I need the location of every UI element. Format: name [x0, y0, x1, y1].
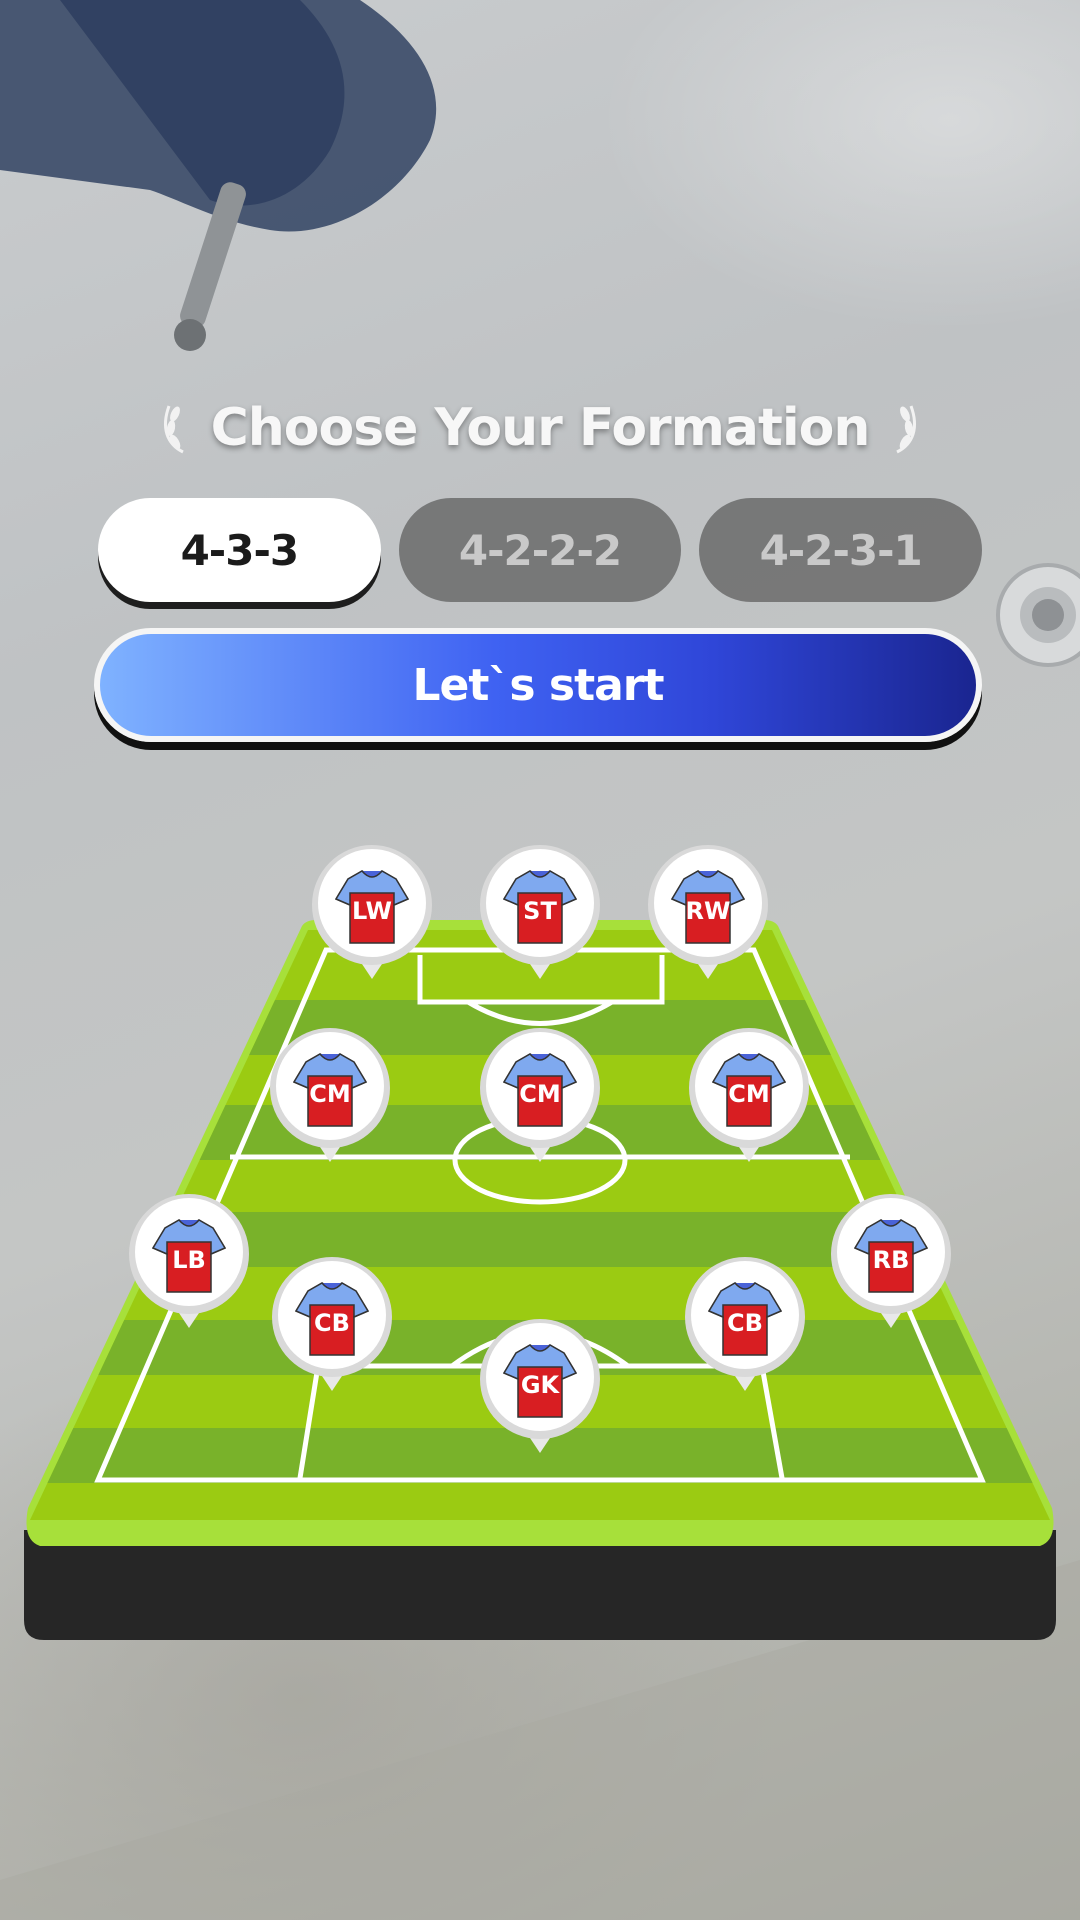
- player-position-label: CM: [728, 1080, 770, 1108]
- player-position-label: LB: [172, 1246, 206, 1274]
- player-position-label: CB: [727, 1309, 763, 1337]
- player-position-label: RW: [685, 897, 731, 925]
- player-marker-rw[interactable]: RW: [646, 843, 770, 993]
- player-marker-st[interactable]: ST: [478, 843, 602, 993]
- player-marker-cb[interactable]: CB: [270, 1255, 394, 1405]
- player-marker-cb[interactable]: CB: [683, 1255, 807, 1405]
- player-position-label: LW: [352, 897, 392, 925]
- player-marker-cm[interactable]: CM: [687, 1026, 811, 1176]
- player-marker-cm[interactable]: CM: [478, 1026, 602, 1176]
- player-marker-rb[interactable]: RB: [829, 1192, 953, 1342]
- player-marker-lb[interactable]: LB: [127, 1192, 251, 1342]
- player-position-label: CB: [314, 1309, 350, 1337]
- player-marker-gk[interactable]: GK: [478, 1317, 602, 1467]
- player-position-label: RB: [872, 1246, 910, 1274]
- player-position-label: GK: [520, 1371, 560, 1399]
- player-marker-lw[interactable]: LW: [310, 843, 434, 993]
- player-position-label: ST: [523, 897, 557, 925]
- player-position-label: CM: [309, 1080, 351, 1108]
- player-position-label: CM: [519, 1080, 561, 1108]
- player-marker-cm[interactable]: CM: [268, 1026, 392, 1176]
